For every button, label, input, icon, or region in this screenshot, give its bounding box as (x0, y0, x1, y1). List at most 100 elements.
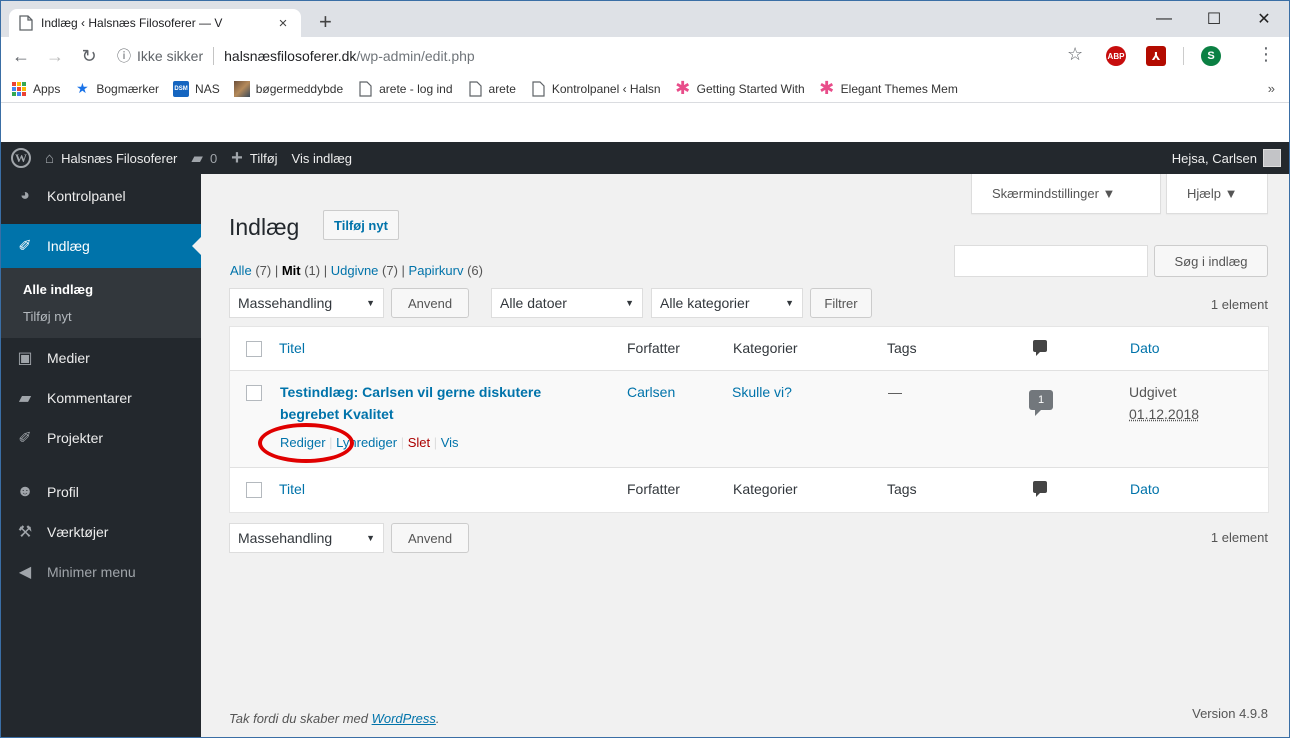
close-tab-icon[interactable]: × (275, 15, 291, 32)
apps-icon (11, 81, 27, 97)
asterisk-icon: ✱ (675, 78, 691, 98)
sidebar-item-label: Værktøjer (47, 524, 109, 540)
sidebar-item-media[interactable]: ▣ Medier (1, 338, 201, 378)
reload-icon[interactable]: ↻ (75, 46, 103, 67)
column-tags: Tags (887, 340, 917, 356)
window-close-icon[interactable]: ✕ (1239, 1, 1289, 37)
trash-link[interactable]: Slet (408, 435, 430, 450)
date-filter-select[interactable]: Alle datoer ▼ (491, 288, 643, 318)
adblock-icon[interactable]: ABP (1106, 46, 1126, 66)
adminbar-account[interactable]: Hejsa, Carlsen (1172, 142, 1281, 174)
comment-count-bubble[interactable]: 1 (1029, 390, 1053, 416)
bookmark-apps[interactable]: Apps (11, 81, 60, 97)
post-title-link[interactable]: Testindlæg: Carlsen vil gerne diskutere … (280, 381, 610, 425)
url-path: /wp-admin/edit.php (356, 48, 475, 64)
media-icon: ▣ (17, 350, 33, 367)
comments-column-icon[interactable] (1033, 340, 1047, 356)
adminbar-comments[interactable]: ▰ 0 (191, 149, 217, 167)
browser-menu-icon[interactable]: ⋮ (1257, 44, 1275, 65)
plus-icon: + (231, 146, 243, 169)
bookmarks-more-icon[interactable]: » (1268, 81, 1275, 96)
info-icon[interactable]: ⓘ (117, 46, 131, 66)
adminbar-site[interactable]: ⌂ Halsnæs Filosoferer (45, 150, 177, 167)
view-posts-label: Vis indlæg (291, 150, 353, 166)
comments-column-icon[interactable] (1033, 481, 1047, 497)
bookmark-arete[interactable]: arete (467, 80, 516, 97)
add-new-button[interactable]: Tilføj nyt (323, 210, 399, 240)
bookmark-arete-login[interactable]: arete - log ind (357, 80, 453, 97)
bulk-action-select[interactable]: Massehandling ▼ (229, 288, 384, 318)
address-bar[interactable]: ⓘ Ikke sikker halsnæsfilosoferer.dk /wp-… (117, 42, 1163, 70)
apply-button[interactable]: Anvend (391, 288, 469, 318)
new-tab-icon[interactable]: + (319, 11, 332, 33)
screen-options-button[interactable]: Skærmindstillinger ▼ (971, 174, 1161, 214)
column-date[interactable]: Dato (1130, 340, 1160, 356)
wordpress-link[interactable]: WordPress (372, 711, 436, 726)
adminbar-view-posts[interactable]: Vis indlæg (292, 151, 352, 166)
bookmark-kontrolpanel[interactable]: Kontrolpanel ‹ Halsn (530, 80, 661, 97)
sidebar-item-label: Indlæg (47, 238, 90, 254)
sidebar-item-label: Projekter (47, 430, 104, 446)
row-checkbox[interactable] (246, 385, 262, 401)
page-title: Indlæg (229, 214, 300, 240)
chevron-down-icon: ▼ (785, 298, 794, 308)
sidebar-item-comments[interactable]: ▰ Kommentarer (1, 378, 201, 418)
help-button[interactable]: Hjælp ▼ (1166, 174, 1268, 214)
edit-link[interactable]: Rediger (280, 435, 326, 450)
sidebar-item-posts[interactable]: ✐ Indlæg (1, 224, 201, 268)
bookmark-getting-started[interactable]: ✱ Getting Started With (675, 78, 805, 98)
bookmark-elegant-themes[interactable]: ✱ Elegant Themes Mem (819, 78, 958, 98)
post-author[interactable]: Carlsen (627, 384, 675, 400)
bookmark-bogmaerker[interactable]: ★ Bogmærker (74, 80, 159, 97)
view-link[interactable]: Vis (441, 435, 459, 450)
filter-mine[interactable]: Mit (1) (282, 263, 320, 278)
filter-trash[interactable]: Papirkurv (6) (409, 263, 483, 278)
apply-button-bottom[interactable]: Anvend (391, 523, 469, 553)
sidebar-item-tools[interactable]: ⚒ Værktøjer (1, 512, 201, 552)
insecure-label: Ikke sikker (137, 48, 204, 64)
post-date: 01.12.2018 (1129, 406, 1200, 422)
tab-strip: Indlæg ‹ Halsnæs Filosoferer — V × + — ☐… (1, 1, 1289, 37)
collapse-menu-button[interactable]: ◀ Minimer menu (1, 552, 201, 592)
adminbar-add-new[interactable]: + Tilføj (231, 147, 277, 170)
pdf-icon[interactable]: ⅄ (1146, 46, 1166, 66)
column-title[interactable]: Titel (279, 340, 305, 356)
site-name: Halsnæs Filosoferer (61, 150, 178, 166)
bulk-action-select-bottom[interactable]: Massehandling ▼ (229, 523, 384, 553)
avatar (1263, 149, 1281, 167)
browser-tab[interactable]: Indlæg ‹ Halsnæs Filosoferer — V × (9, 9, 301, 37)
filter-published[interactable]: Udgivne (7) (331, 263, 398, 278)
sidebar-item-profile[interactable]: ☻ Profil (1, 472, 201, 512)
bookmark-star-icon[interactable]: ☆ (1067, 44, 1083, 65)
select-all-checkbox-bottom[interactable] (246, 482, 262, 498)
post-status-filters: Alle (7) | Mit (1) | Udgivne (7) | Papir… (230, 263, 483, 278)
search-posts-button[interactable]: Søg i indlæg (1154, 245, 1268, 277)
back-icon[interactable]: ← (7, 46, 35, 67)
forward-icon[interactable]: → (41, 46, 69, 67)
maximize-icon[interactable]: ☐ (1189, 1, 1239, 37)
category-filter-select[interactable]: Alle kategorier ▼ (651, 288, 803, 318)
bookmark-label: arete (488, 81, 516, 96)
profile-avatar-icon[interactable]: S (1201, 46, 1221, 66)
select-all-checkbox[interactable] (246, 341, 262, 357)
page-icon (532, 80, 545, 97)
sidebar-item-dashboard[interactable]: ◕ Kontrolpanel (1, 174, 201, 218)
page-icon (359, 80, 372, 97)
star-icon: ★ (76, 80, 89, 96)
sidebar-item-projects[interactable]: ✐ Projekter (1, 418, 201, 458)
bookmark-bogermeddybde[interactable]: bøgermeddybde (233, 80, 343, 97)
minimize-icon[interactable]: — (1139, 1, 1189, 37)
post-category[interactable]: Skulle vi? (732, 384, 792, 400)
quick-edit-link[interactable]: Lynrediger (336, 435, 397, 450)
filter-button[interactable]: Filtrer (810, 288, 872, 318)
wordpress-logo-icon[interactable]: W (11, 148, 31, 168)
submenu-all-posts[interactable]: Alle indlæg (1, 276, 201, 303)
column-date-footer[interactable]: Dato (1130, 481, 1160, 497)
search-input[interactable] (954, 245, 1148, 277)
omnibox-separator (213, 47, 215, 65)
filter-all[interactable]: Alle (7) (230, 263, 271, 278)
sidebar-item-label: Kontrolpanel (47, 188, 126, 204)
column-title-footer[interactable]: Titel (279, 481, 305, 497)
submenu-add-new[interactable]: Tilføj nyt (1, 303, 201, 330)
bookmark-nas[interactable]: DSM NAS (173, 80, 220, 97)
